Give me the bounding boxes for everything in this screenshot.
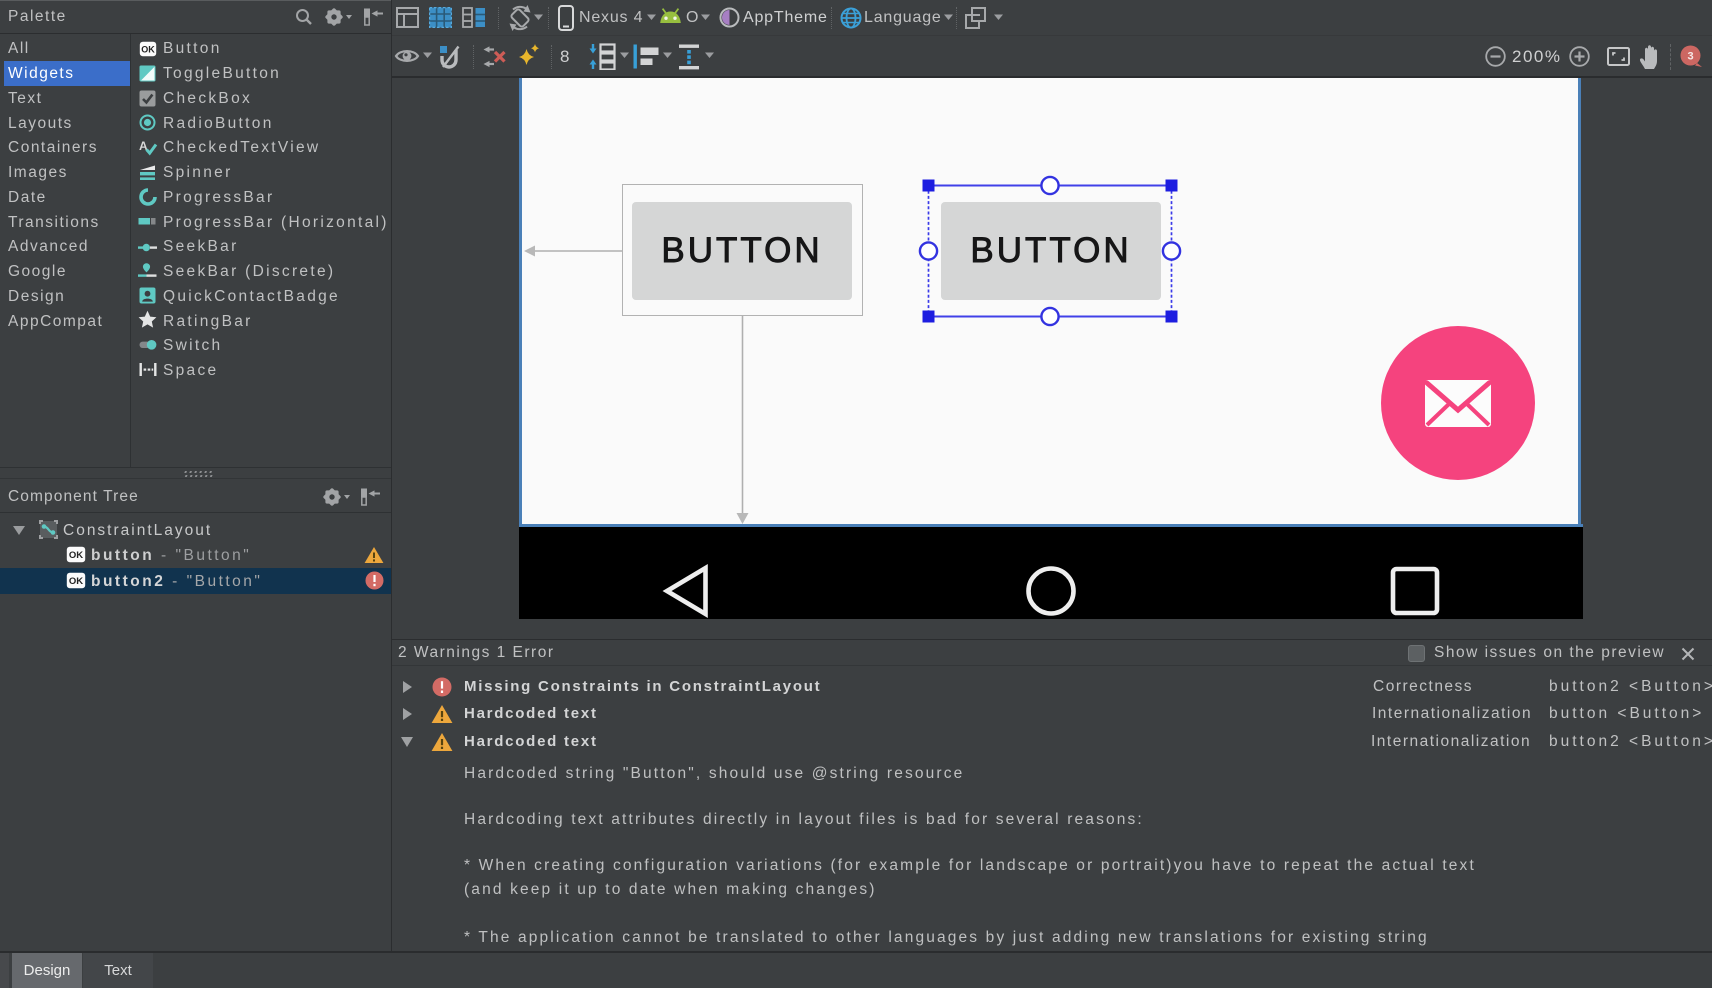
svg-text:OK: OK xyxy=(69,576,83,587)
svg-text:3: 3 xyxy=(1687,51,1693,63)
svg-text:OK: OK xyxy=(141,45,155,55)
svg-text:OK: OK xyxy=(69,550,83,561)
